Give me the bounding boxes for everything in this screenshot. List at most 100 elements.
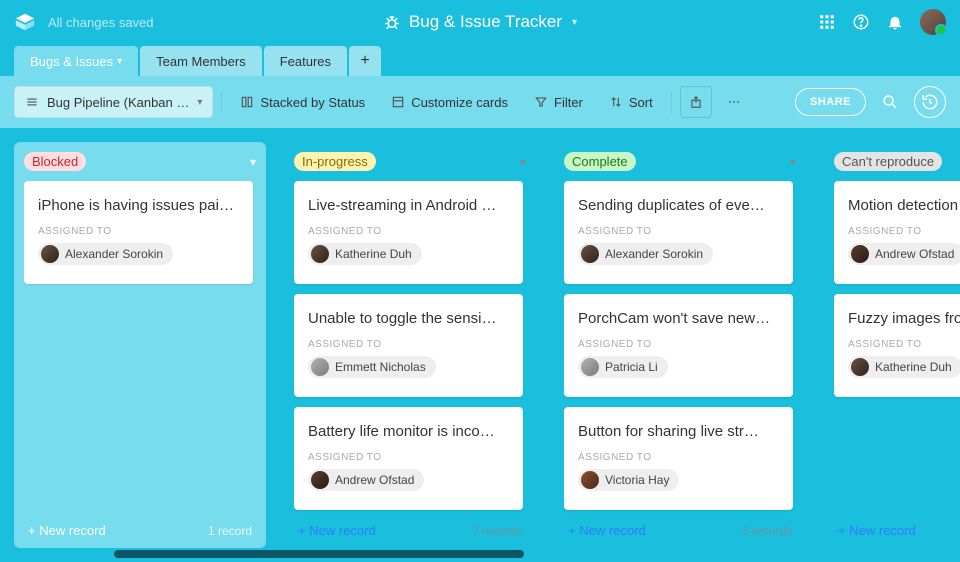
record-card[interactable]: Sending duplicates of eve…ASSIGNED TOAle… (564, 181, 793, 284)
table-tab-bugs-issues[interactable]: Bugs & Issues ▾ (14, 46, 138, 76)
avatar (581, 245, 599, 263)
record-card[interactable]: iPhone is having issues pai…ASSIGNED TOA… (24, 181, 253, 284)
avatar (581, 358, 599, 376)
field-label: ASSIGNED TO (578, 339, 779, 350)
table-tabs: Bugs & Issues ▾ Team Members Features+ (0, 44, 960, 76)
stack-icon (240, 95, 254, 109)
assignee-name: Alexander Sorokin (65, 247, 163, 261)
card-icon (391, 95, 405, 109)
record-count: 7 records (472, 524, 522, 538)
table-tab-team-members[interactable]: Team Members (140, 46, 262, 76)
record-card[interactable]: Live-streaming in Android …ASSIGNED TOKa… (294, 181, 523, 284)
scroll-thumb[interactable] (114, 550, 524, 558)
new-record-button[interactable]: + New record (28, 523, 106, 538)
sort-button[interactable]: Sort (599, 86, 663, 118)
column-menu-button[interactable]: ▾ (520, 155, 526, 169)
new-record-button[interactable]: + New record (298, 523, 376, 538)
avatar (41, 245, 59, 263)
assignee-name: Emmett Nicholas (335, 360, 426, 374)
view-switcher[interactable]: Bug Pipeline (Kanban … ▾ (14, 86, 213, 118)
assignee-chip: Victoria Hay (578, 469, 679, 491)
card-list[interactable]: iPhone is having issues pai…ASSIGNED TOA… (24, 181, 256, 515)
view-name: Bug Pipeline (Kanban … (47, 95, 189, 110)
record-card[interactable]: PorchCam won't save new…ASSIGNED TOPatri… (564, 294, 793, 397)
card-list[interactable]: Motion detectionASSIGNED TOAndrew Ofstad… (834, 181, 960, 515)
top-right (818, 9, 946, 35)
column-header: Complete▾ (564, 152, 796, 171)
divider (671, 91, 672, 113)
assignee-chip: Katherine Duh (308, 243, 422, 265)
new-record-button[interactable]: + New record (838, 523, 916, 538)
card-title: PorchCam won't save new… (578, 310, 779, 327)
right-toolbar: SHARE (795, 86, 946, 118)
record-card[interactable]: Motion detectionASSIGNED TOAndrew Ofstad (834, 181, 960, 284)
history-button[interactable] (914, 86, 946, 118)
card-list[interactable]: Sending duplicates of eve… ASSIGNED TO Ale… (564, 181, 796, 515)
assignee-name: Andrew Ofstad (875, 247, 954, 261)
help-icon[interactable] (852, 13, 870, 31)
record-count: 1 record (208, 524, 252, 538)
divider (221, 91, 222, 113)
customize-cards-button[interactable]: Customize cards (381, 86, 518, 118)
card-title: Live-streaming in Android … (308, 197, 509, 214)
bell-icon[interactable] (886, 13, 904, 31)
assignee-chip: Andrew Ofstad (308, 469, 424, 491)
app-title-wrap[interactable]: Bug & Issue Tracker ▾ (383, 0, 577, 44)
filter-button[interactable]: Filter (524, 86, 593, 118)
column-footer: + New record 1 record (24, 515, 256, 538)
assignee-chip: Emmett Nicholas (308, 356, 436, 378)
chevron-down-icon: ▾ (197, 97, 202, 108)
column-footer: + New record 7 records (294, 515, 526, 538)
record-card[interactable]: Unable to toggle the sensi…ASSIGNED TOEm… (294, 294, 523, 397)
assignee-name: Alexander Sorokin (605, 247, 703, 261)
record-card[interactable]: Battery life monitor is inco…ASSIGNED TO… (294, 407, 523, 510)
card-title: Fuzzy images fro (848, 310, 960, 327)
kanban-column-blocked: Blocked ▾ iPhone is having issues pai…ASSI… (14, 142, 266, 548)
chevron-down-icon: ▾ (117, 56, 122, 67)
share-view-button[interactable] (680, 86, 712, 118)
avatar (311, 471, 329, 489)
assignee-chip: Katherine Duh (848, 356, 960, 378)
view-toolbar: Bug Pipeline (Kanban … ▾ Stacked by Stat… (0, 76, 960, 128)
new-record-button[interactable]: + New record (568, 523, 646, 538)
record-card[interactable]: Button for sharing live str… ASSIGNED TO V… (564, 407, 793, 510)
kanban-column-cantrepro: Can't reproduce▾ Motion detectionASSIGNED… (824, 142, 960, 548)
field-label: ASSIGNED TO (578, 452, 779, 463)
board-row[interactable]: Blocked ▾ iPhone is having issues pai…ASSI… (0, 128, 960, 562)
card-list[interactable]: Live-streaming in Android … ASSIGNED TO Ka… (294, 181, 526, 515)
column-menu-button[interactable]: ▾ (250, 155, 256, 169)
more-options-button[interactable] (718, 94, 750, 110)
tab-label: Team Members (156, 54, 246, 69)
save-status: All changes saved (48, 15, 154, 30)
search-button[interactable] (876, 86, 904, 118)
dots-icon (726, 94, 742, 110)
kanban-column-complete: Complete▾ Sending duplicates of eve… ASSIG… (554, 142, 806, 548)
card-title: Sending duplicates of eve… (578, 197, 779, 214)
record-count: 3 records (742, 524, 792, 538)
share-button[interactable]: SHARE (795, 88, 866, 116)
assignee-name: Victoria Hay (605, 473, 669, 487)
column-menu-button[interactable]: ▾ (790, 155, 796, 169)
table-tab-features[interactable]: Features (264, 46, 347, 76)
current-user-avatar[interactable] (920, 9, 946, 35)
assignee-name: Andrew Ofstad (335, 473, 414, 487)
horizontal-scrollbar[interactable] (0, 546, 960, 562)
record-card[interactable]: Fuzzy images froASSIGNED TOKatherine Duh (834, 294, 960, 397)
add-table-button[interactable]: + (349, 46, 381, 76)
field-label: ASSIGNED TO (308, 452, 509, 463)
menu-icon (25, 95, 39, 109)
tab-label: Bugs & Issues (30, 54, 113, 69)
avatar (851, 358, 869, 376)
apps-grid-icon[interactable] (818, 13, 836, 31)
app-root: All changes saved Bug & Issue Tracker ▾ … (0, 0, 960, 562)
assignee-chip: Andrew Ofstad (848, 243, 960, 265)
column-header: Can't reproduce▾ (834, 152, 960, 171)
avatar (581, 471, 599, 489)
field-label: ASSIGNED TO (38, 226, 239, 237)
stacked-by-button[interactable]: Stacked by Status (230, 86, 375, 118)
status-badge: Blocked (24, 152, 86, 171)
card-title: Button for sharing live str… (578, 423, 779, 440)
airtable-logo-icon[interactable] (14, 11, 36, 33)
assignee-name: Katherine Duh (335, 247, 412, 261)
column-header: In-progress▾ (294, 152, 526, 171)
